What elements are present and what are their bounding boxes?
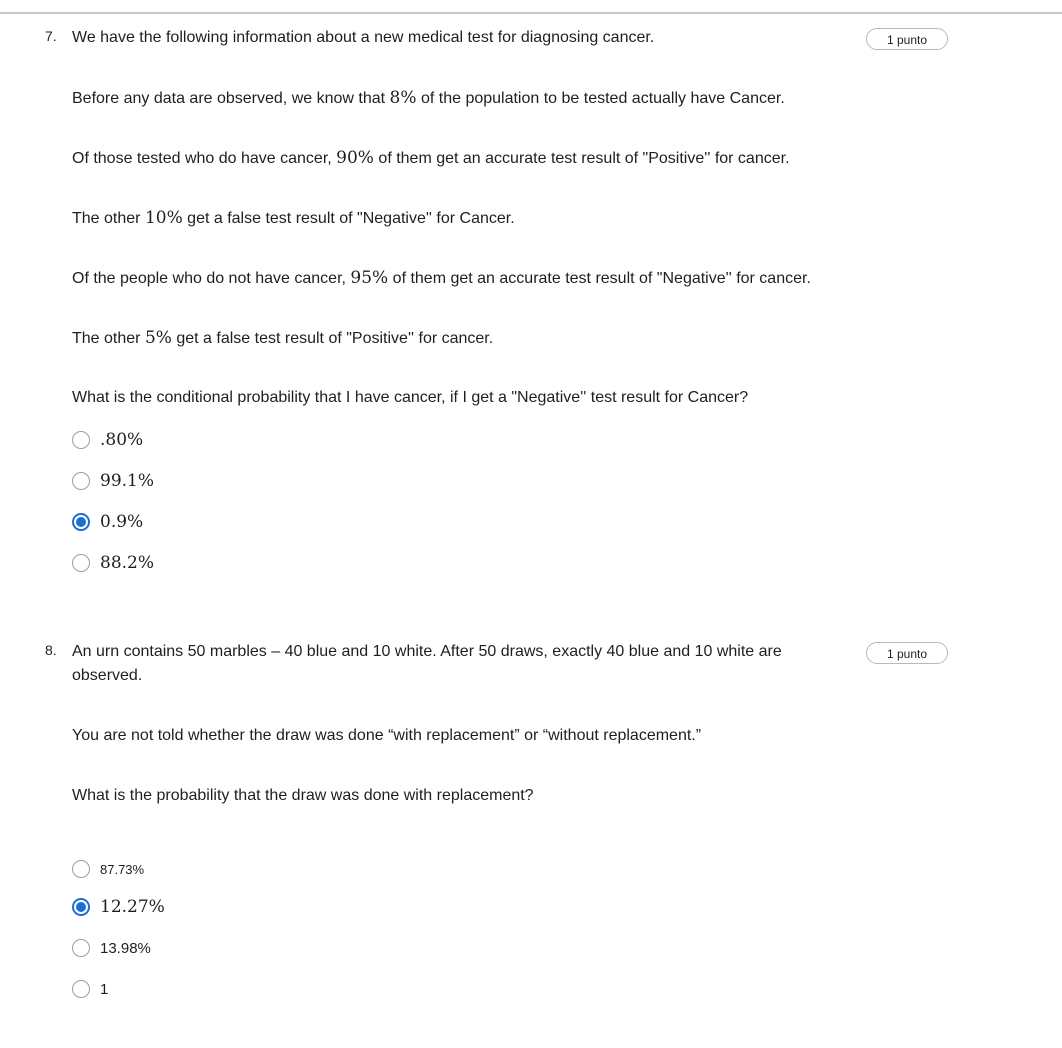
text-segment: What is the conditional probability that… xyxy=(72,389,749,406)
radio-button-selected[interactable] xyxy=(72,898,90,916)
radio-button-selected[interactable] xyxy=(72,513,90,531)
option-label: 12.27% xyxy=(100,897,165,917)
answer-option[interactable]: 87.73% xyxy=(72,858,144,880)
text-segment: We have the following information about … xyxy=(72,29,655,46)
text-segment: of them get an accurate test result of "… xyxy=(388,270,811,287)
text-segment: The other xyxy=(72,330,145,347)
answer-option[interactable]: 88.2% xyxy=(72,552,154,574)
question-number: 8. xyxy=(45,642,57,658)
answer-option[interactable]: 1 xyxy=(72,978,108,1000)
text-segment: get a false test result of "Positive'' f… xyxy=(171,330,494,347)
question-text: Of the people who do not have cancer, 95… xyxy=(72,266,811,291)
question-number: 7. xyxy=(45,28,57,44)
radio-button[interactable] xyxy=(72,980,90,998)
radio-button[interactable] xyxy=(72,554,90,572)
question-text: Before any data are observed, we know th… xyxy=(72,86,785,111)
option-label: 99.1% xyxy=(100,471,155,491)
question-text: Of those tested who do have cancer, 90% … xyxy=(72,146,790,171)
text-segment: Of the people who do not have cancer, xyxy=(72,270,351,287)
text-segment: What is the probability that the draw wa… xyxy=(72,787,534,804)
option-label: 1 xyxy=(100,980,109,998)
math-value: 90% xyxy=(336,148,374,168)
math-value: 8% xyxy=(389,88,417,108)
text-segment: The other xyxy=(72,210,145,227)
question-text: An urn contains 50 marbles – 40 blue and… xyxy=(72,640,832,688)
option-label: .80% xyxy=(100,430,144,450)
question-prompt: What is the conditional probability that… xyxy=(72,386,748,410)
option-label: 13.98% xyxy=(100,939,151,957)
option-label: 0.9% xyxy=(100,512,144,532)
question-text: The other 5% get a false test result of … xyxy=(72,326,493,351)
question-text: You are not told whether the draw was do… xyxy=(72,724,701,748)
radio-button[interactable] xyxy=(72,431,90,449)
text-segment: Of those tested who do have cancer, xyxy=(72,150,337,167)
question-prompt: What is the probability that the draw wa… xyxy=(72,784,534,808)
question-text: We have the following information about … xyxy=(72,26,654,50)
question-text: The other 10% get a false test result of… xyxy=(72,206,515,231)
answer-option[interactable]: 12.27% xyxy=(72,896,165,918)
text-segment: You are not told whether the draw was do… xyxy=(72,727,702,744)
points-badge: 1 punto xyxy=(866,642,948,664)
answer-option[interactable]: 0.9% xyxy=(72,511,143,533)
text-segment: of the population to be tested actually … xyxy=(416,90,785,107)
text-segment: An urn contains 50 marbles – 40 blue and… xyxy=(72,643,782,684)
radio-button[interactable] xyxy=(72,472,90,490)
radio-button[interactable] xyxy=(72,860,90,878)
math-value: 10% xyxy=(144,208,183,228)
math-value: 95% xyxy=(350,268,389,288)
answer-option[interactable]: .80% xyxy=(72,429,143,451)
top-divider xyxy=(0,12,1062,14)
option-label: 88.2% xyxy=(100,553,155,573)
text-segment: of them get an accurate test result of "… xyxy=(373,150,790,167)
option-label: 87.73% xyxy=(100,861,145,877)
points-badge: 1 punto xyxy=(866,28,948,50)
math-value: 5% xyxy=(144,328,172,348)
answer-option[interactable]: 99.1% xyxy=(72,470,154,492)
answer-option[interactable]: 13.98% xyxy=(72,937,151,959)
radio-button[interactable] xyxy=(72,939,90,957)
text-segment: Before any data are observed, we know th… xyxy=(72,90,390,107)
text-segment: get a false test result of "Negative'' f… xyxy=(182,210,515,227)
